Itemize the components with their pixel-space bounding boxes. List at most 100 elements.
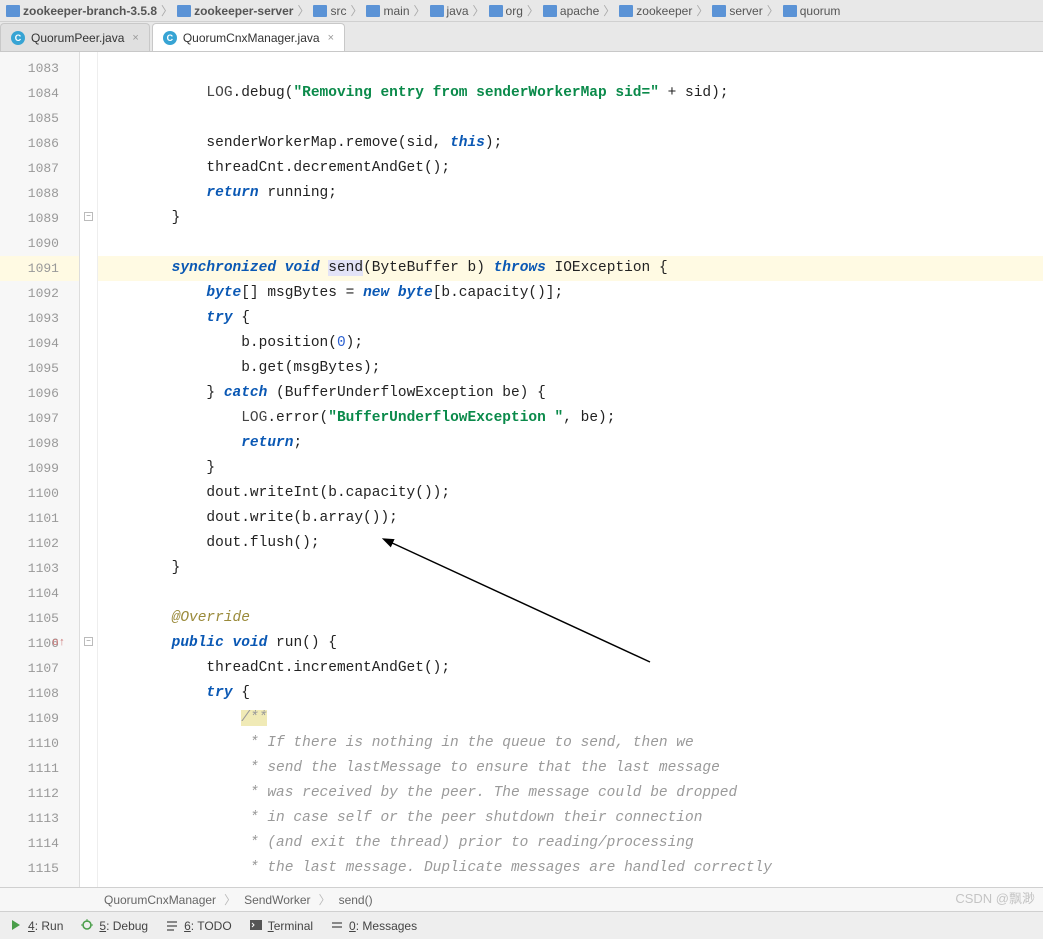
code-line[interactable]: threadCnt.incrementAndGet(); — [98, 656, 1043, 681]
line-number[interactable]: 1110 — [0, 731, 79, 756]
terminal-icon — [250, 919, 264, 933]
code-line[interactable]: LOG.error("BufferUnderflowException ", b… — [98, 406, 1043, 431]
code-line[interactable]: synchronized void send(ByteBuffer b) thr… — [98, 256, 1043, 281]
code-line[interactable]: * in case self or the peer shutdown thei… — [98, 806, 1043, 831]
line-number[interactable]: 1108 — [0, 681, 79, 706]
folder-icon — [430, 5, 444, 17]
breadcrumb-item[interactable]: org — [487, 4, 525, 18]
tool-window-button[interactable]: 4: Run — [10, 919, 63, 933]
code-line[interactable] — [98, 106, 1043, 131]
code-line[interactable] — [98, 231, 1043, 256]
code-line[interactable]: b.position(0); — [98, 331, 1043, 356]
line-number[interactable]: 1083 — [0, 56, 79, 81]
code-line[interactable]: } — [98, 206, 1043, 231]
fold-toggle-icon[interactable]: − — [84, 212, 93, 221]
debug-icon — [81, 919, 95, 933]
line-number[interactable]: 1095 — [0, 356, 79, 381]
code-line[interactable]: } — [98, 456, 1043, 481]
structure-crumb-item[interactable]: send() — [335, 893, 377, 907]
structure-breadcrumb[interactable]: QuorumCnxManager〉SendWorker〉send() — [0, 887, 1043, 911]
breadcrumb-separator: 〉 — [295, 2, 311, 19]
code-line[interactable]: } — [98, 556, 1043, 581]
line-number[interactable]: 1094 — [0, 331, 79, 356]
line-number[interactable]: 1092 — [0, 281, 79, 306]
code-line[interactable]: * the last message. Duplicate messages a… — [98, 856, 1043, 881]
breadcrumb-item[interactable]: server — [710, 4, 764, 18]
messages-icon — [331, 919, 345, 933]
code-line[interactable]: * send the lastMessage to ensure that th… — [98, 756, 1043, 781]
code-line[interactable]: try { — [98, 681, 1043, 706]
breadcrumb-item[interactable]: main — [364, 4, 411, 18]
line-number[interactable]: 1103 — [0, 556, 79, 581]
tool-window-button[interactable]: Terminal — [250, 919, 313, 933]
line-number[interactable]: 1104 — [0, 581, 79, 606]
line-number[interactable]: 1101 — [0, 506, 79, 531]
breadcrumb-item[interactable]: src — [311, 4, 348, 18]
folder-icon — [366, 5, 380, 17]
code-line[interactable]: } catch (BufferUnderflowException be) { — [98, 381, 1043, 406]
line-number[interactable]: 1093 — [0, 306, 79, 331]
code-line[interactable]: LOG.debug("Removing entry from senderWor… — [98, 81, 1043, 106]
code-line[interactable]: * was received by the peer. The message … — [98, 781, 1043, 806]
breadcrumb-item[interactable]: apache — [541, 4, 601, 18]
code-line[interactable]: dout.write(b.array()); — [98, 506, 1043, 531]
code-line[interactable]: * (and exit the thread) prior to reading… — [98, 831, 1043, 856]
code-line[interactable]: return running; — [98, 181, 1043, 206]
line-number[interactable]: 1109 — [0, 706, 79, 731]
code-content[interactable]: LOG.debug("Removing entry from senderWor… — [98, 52, 1043, 887]
line-number[interactable]: 1115 — [0, 856, 79, 881]
close-icon[interactable]: × — [328, 32, 334, 44]
tool-window-button[interactable]: 6: TODO — [166, 919, 232, 933]
line-number[interactable]: 1090 — [0, 231, 79, 256]
code-line[interactable]: /** — [98, 706, 1043, 731]
line-number[interactable]: 1107 — [0, 656, 79, 681]
tool-window-button[interactable]: 5: Debug — [81, 919, 148, 933]
code-line[interactable]: threadCnt.decrementAndGet(); — [98, 156, 1043, 181]
code-line[interactable]: try { — [98, 306, 1043, 331]
structure-crumb-item[interactable]: QuorumCnxManager — [100, 893, 220, 907]
code-line[interactable]: byte[] msgBytes = new byte[b.capacity()]… — [98, 281, 1043, 306]
breadcrumb-item[interactable]: zookeeper-server — [175, 4, 295, 18]
line-number[interactable]: 1089 — [0, 206, 79, 231]
code-line[interactable]: * If there is nothing in the queue to se… — [98, 731, 1043, 756]
line-number[interactable]: 1086 — [0, 131, 79, 156]
line-number[interactable]: 1098 — [0, 431, 79, 456]
line-number[interactable]: 1096 — [0, 381, 79, 406]
line-number[interactable]: 1084 — [0, 81, 79, 106]
line-number[interactable]: 1113 — [0, 806, 79, 831]
editor-tab[interactable]: CQuorumCnxManager.java× — [152, 23, 345, 51]
code-line[interactable] — [98, 581, 1043, 606]
breadcrumb-item[interactable]: zookeeper — [617, 4, 694, 18]
tool-window-button[interactable]: 0: Messages — [331, 919, 417, 933]
line-number[interactable]: 1112 — [0, 781, 79, 806]
class-icon: C — [163, 31, 177, 45]
line-number[interactable]: 1111 — [0, 756, 79, 781]
breadcrumb-item[interactable]: java — [428, 4, 471, 18]
breadcrumb-item[interactable]: quorum — [781, 4, 843, 18]
code-line[interactable]: return; — [98, 431, 1043, 456]
code-line[interactable]: public void run() { — [98, 631, 1043, 656]
line-number[interactable]: 1099 — [0, 456, 79, 481]
code-line[interactable]: b.get(msgBytes); — [98, 356, 1043, 381]
code-line[interactable] — [98, 56, 1043, 81]
close-icon[interactable]: × — [132, 32, 138, 44]
line-number[interactable]: 1097 — [0, 406, 79, 431]
line-number[interactable]: 1091 — [0, 256, 79, 281]
line-number[interactable]: 1114 — [0, 831, 79, 856]
structure-crumb-item[interactable]: SendWorker — [240, 893, 314, 907]
line-number[interactable]: 1085 — [0, 106, 79, 131]
editor-tab[interactable]: CQuorumPeer.java× — [0, 23, 150, 51]
code-line[interactable]: dout.writeInt(b.capacity()); — [98, 481, 1043, 506]
line-number[interactable]: 1088 — [0, 181, 79, 206]
line-number[interactable]: 1087 — [0, 156, 79, 181]
code-line[interactable]: dout.flush(); — [98, 531, 1043, 556]
line-number[interactable]: 1105 — [0, 606, 79, 631]
line-number[interactable]: 1102 — [0, 531, 79, 556]
code-line[interactable]: @Override — [98, 606, 1043, 631]
code-line[interactable]: senderWorkerMap.remove(sid, this); — [98, 131, 1043, 156]
override-marker-icon[interactable]: o↑ — [52, 631, 65, 656]
breadcrumb-item[interactable]: zookeeper-branch-3.5.8 — [4, 4, 159, 18]
line-number[interactable]: 1106o↑ — [0, 631, 79, 656]
line-number[interactable]: 1100 — [0, 481, 79, 506]
fold-toggle-icon[interactable]: − — [84, 637, 93, 646]
